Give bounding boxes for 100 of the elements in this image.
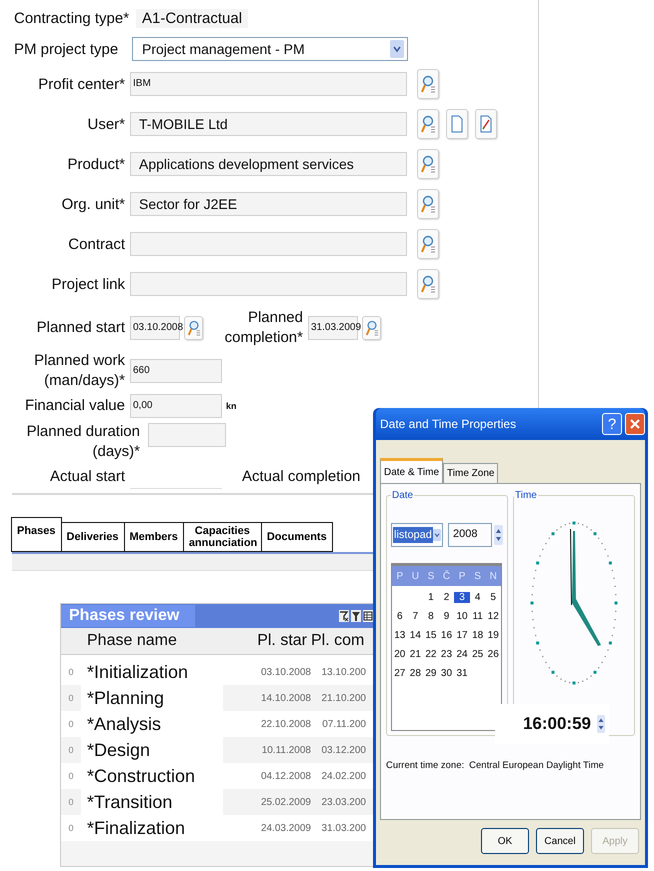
search-icon [420,114,436,134]
calendar-day[interactable]: 14 [408,630,424,641]
calendar-day[interactable]: 8 [423,611,439,622]
search-button[interactable] [417,229,439,259]
calendar-day[interactable]: 29 [423,668,439,679]
calendar-day[interactable]: 27 [392,668,408,679]
year-field[interactable]: 2008 [448,523,492,547]
dialog-button[interactable]: OK [481,828,529,854]
calendar-day[interactable]: 3 [454,592,470,603]
calendar-day[interactable]: 4 [470,592,486,603]
calendar-day[interactable]: 17 [454,630,470,641]
calendar-day[interactable]: 15 [423,630,439,641]
calendar-day[interactable]: 13 [392,630,408,641]
weekday-label: U [410,570,420,582]
table-cell: *Design [81,737,223,763]
search-button[interactable] [184,316,203,340]
field-label: Product* [66,156,125,172]
table-cell-text: 23.03.200 [320,796,366,808]
close-button[interactable] [625,413,645,435]
search-button[interactable] [417,69,439,99]
calendar-day[interactable]: 16 [438,630,454,641]
edit-document-button[interactable] [475,109,497,139]
timezone-value: Central European Daylight Time [469,760,604,771]
calendar-day[interactable]: 11 [470,611,486,622]
input-field[interactable]: T-MOBILE Ltd [130,112,407,136]
calendar-day[interactable]: 18 [470,630,486,641]
tab[interactable]: Time Zone [443,463,498,483]
calendar-day[interactable]: 1 [423,592,439,603]
table-cell-text: 10.11.2008 [260,744,311,756]
clear-filter-icon[interactable] [339,610,349,622]
search-button[interactable] [362,316,381,340]
field-label: PM project type [14,40,120,58]
spinner-icon[interactable] [494,525,503,545]
tab[interactable]: Members [124,522,184,552]
calendar-day[interactable]: 6 [392,611,408,622]
table-icon[interactable] [363,610,373,622]
tab[interactable]: Documents [260,522,333,552]
month-select[interactable]: listopad [391,523,443,547]
currency-unit: kn [226,401,237,411]
calendar-day[interactable]: 24 [454,649,470,660]
calendar-day[interactable]: 23 [438,649,454,660]
input-field[interactable]: Applications development services [130,152,407,176]
window-title: Date and Time Properties [380,417,518,431]
close-icon [629,418,641,430]
search-button[interactable] [417,109,439,139]
calendar-day[interactable]: 21 [408,649,424,660]
field-label: Planned work (man/days)* [33,351,125,390]
input-field[interactable]: 660 [130,358,222,382]
table-cell-text: 24.02.200 [320,770,366,782]
calendar-day[interactable]: 20 [392,649,408,660]
calendar-day[interactable]: 28 [408,668,424,679]
dialog-button[interactable]: Cancel [536,828,584,854]
table-cell-text: 14.10.2008 [260,692,311,704]
calendar-day[interactable]: 30 [438,668,454,679]
field-label: User* [86,116,125,132]
search-icon [420,274,436,294]
input-field[interactable]: Sector for J2EE [130,192,407,216]
calendar-day[interactable]: 5 [485,592,501,603]
calendar-day[interactable]: 26 [485,649,501,660]
tab[interactable]: Capacities annunciation [182,522,262,552]
input-field[interactable]: IBM [130,72,407,96]
field-label: Contract [67,236,125,252]
row-marker: 0 [67,745,74,755]
filter-icon[interactable] [351,610,361,622]
field-label: Contracting type* [14,10,130,26]
new-document-button[interactable] [446,109,468,139]
column-header[interactable]: Pl. star [223,632,307,650]
spinner-icon[interactable] [597,715,605,733]
input-field[interactable]: 0,00 [130,394,222,418]
search-icon [420,194,436,214]
input-field[interactable] [148,422,226,446]
project-type-select[interactable]: Project management - PM [132,37,408,61]
calendar-day[interactable]: 12 [485,611,501,622]
search-icon [186,318,200,336]
search-button[interactable] [417,269,439,299]
calendar-day[interactable]: 25 [470,649,486,660]
tab[interactable]: Deliveries [60,522,125,552]
group-label: Date [391,490,414,501]
table-cell-text: 03.12.200 [320,744,366,756]
tab[interactable]: Date & Time [380,458,444,483]
column-header[interactable]: Pl. com [307,632,369,650]
tab[interactable]: Phases [11,517,62,552]
calendar-day[interactable]: 10 [454,611,470,622]
calendar-day[interactable]: 7 [408,611,424,622]
date-field[interactable]: 31.03.2009 [308,316,358,340]
help-button[interactable]: ? [602,413,622,435]
table-cell-text: 04.12.2008 [260,770,311,782]
time-field[interactable]: 16:00:59 [522,714,591,734]
input-field[interactable] [130,232,407,256]
field-label: Actual start [48,467,125,487]
field-label: Actual completion [242,467,360,487]
input-field[interactable] [130,272,407,296]
calendar-day[interactable]: 19 [485,630,501,641]
column-header[interactable]: Phase name [81,632,223,650]
calendar-day[interactable]: 22 [423,649,439,660]
calendar-day[interactable]: 9 [438,611,454,622]
search-button[interactable] [417,149,439,179]
calendar-day[interactable]: 31 [454,668,470,679]
calendar-day[interactable]: 2 [438,592,454,603]
search-button[interactable] [417,189,439,219]
